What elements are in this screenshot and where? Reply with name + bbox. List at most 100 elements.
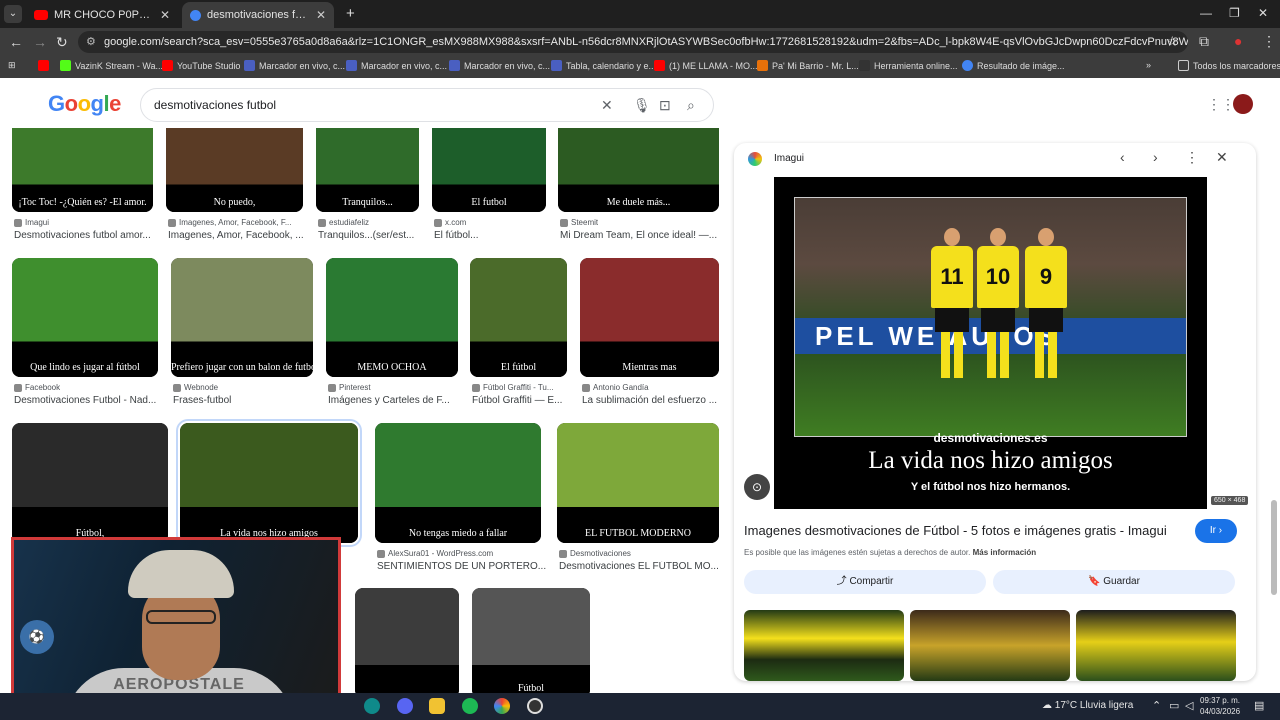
result-source[interactable]: Imagenes, Amor, Facebook, F... (168, 218, 292, 227)
menu-icon[interactable]: ⋮ (1262, 33, 1276, 50)
network-icon[interactable]: ▭ (1169, 699, 1179, 712)
discord-icon[interactable] (397, 698, 413, 714)
result-thumbnail[interactable]: La vida nos hizo amigos (176, 419, 362, 547)
result-source[interactable]: AlexSura01 - WordPress.com (377, 549, 493, 558)
lens-search-icon[interactable]: ⊙ (744, 474, 770, 500)
result-source[interactable]: estudiafeliz (318, 218, 369, 227)
result-thumbnail[interactable]: Fútbol (472, 588, 590, 693)
save-button[interactable]: 🔖 Guardar (993, 570, 1235, 594)
result-source[interactable]: Fútbol Graffiti - Tu... (472, 383, 554, 392)
system-clock[interactable]: 09:37 p. m. 04/03/2026 (1200, 695, 1240, 717)
result-title[interactable]: El fútbol... (434, 230, 552, 241)
bookmark-item[interactable]: Marcador en vivo, c... (449, 60, 550, 71)
result-thumbnail[interactable]: Prefiero jugar con un balon de futbol (171, 258, 313, 377)
url-field[interactable]: ⚙ google.com/search?sca_esv=0555e3765a0d… (78, 31, 1188, 53)
window-close-button[interactable]: ✕ (1258, 6, 1268, 20)
previous-icon[interactable]: ‹ (1120, 149, 1125, 165)
result-source[interactable]: Steemit (560, 218, 598, 227)
result-title[interactable]: Desmotivaciones futbol amor... (14, 230, 159, 241)
related-image[interactable] (744, 610, 904, 681)
result-source[interactable]: x.com (434, 218, 466, 227)
search-input[interactable]: desmotivaciones futbol ✕ 🎙 ⊡ ⌕ (140, 88, 714, 122)
result-title[interactable]: La sublimación del esfuerzo ... (582, 395, 725, 406)
bookmark-item[interactable] (38, 60, 49, 71)
result-thumbnail[interactable]: ¡Toc Toc! -¿Quién es? -El amor. (12, 128, 153, 212)
panel-source-name[interactable]: Imagui (774, 153, 804, 164)
close-panel-icon[interactable]: ✕ (1216, 149, 1228, 166)
image-result-card[interactable]: Tranquilos... estudiafeliz Tranquilos...(s… (316, 128, 419, 252)
bookmark-item[interactable]: YouTube Studio (162, 60, 240, 71)
next-icon[interactable]: › (1153, 149, 1158, 165)
clear-icon[interactable]: ✕ (601, 89, 613, 121)
bookmark-item[interactable]: VazinK Stream - Wa... (60, 60, 163, 71)
result-title[interactable]: Frases-futbol (173, 395, 319, 406)
search-icon[interactable]: ⌕ (687, 89, 695, 121)
result-thumbnail[interactable]: No tengas miedo a fallar (375, 423, 541, 543)
result-thumbnail[interactable]: Tranquilos... (316, 128, 419, 212)
more-options-icon[interactable]: ⋮ (1185, 149, 1199, 166)
edge-icon[interactable] (364, 698, 380, 714)
tab-search-button[interactable]: ⌄ (4, 5, 22, 23)
close-icon[interactable]: ✕ (160, 8, 170, 22)
minimize-button[interactable]: — (1200, 6, 1212, 20)
result-title[interactable]: Desmotivaciones Futbol - Nad... (14, 395, 164, 406)
bookmark-item[interactable]: Marcador en vivo, c... (244, 60, 345, 71)
volume-icon[interactable]: ◁ (1185, 699, 1193, 712)
lens-icon[interactable]: ⊡ (659, 89, 671, 121)
more-info-link[interactable]: Más información (973, 548, 1037, 557)
more-bookmarks-icon[interactable]: » (1146, 60, 1151, 70)
result-thumbnail[interactable] (355, 588, 459, 693)
result-title[interactable]: Fútbol Graffiti — E... (472, 395, 573, 406)
result-title[interactable]: Imagenes, Amor, Facebook, ... (168, 230, 309, 241)
bookmark-item[interactable]: Marcador en vivo, c... (346, 60, 447, 71)
bookmark-item[interactable]: Resultado de imáge... (962, 60, 1065, 71)
reload-icon[interactable]: ↻ (56, 34, 68, 51)
tab-google-search[interactable]: desmotivaciones futbol - Busca ✕ (182, 2, 334, 28)
result-source[interactable]: Facebook (14, 383, 60, 392)
result-title[interactable]: Mi Dream Team, El once ideal! —... (560, 230, 725, 241)
google-logo[interactable]: Google (48, 91, 121, 117)
image-result-card[interactable]: MEMO OCHOA Pinterest Imágenes y Carteles d… (326, 258, 458, 417)
related-image[interactable] (1076, 610, 1236, 681)
image-result-card[interactable]: El futbol x.com El fútbol... (432, 128, 546, 252)
image-result-card[interactable] (355, 588, 459, 693)
profile-icon[interactable]: ● (1234, 33, 1242, 49)
image-result-card[interactable]: No puedo, Imagenes, Amor, Facebook, F... I… (166, 128, 304, 252)
page-scrollbar[interactable] (1270, 150, 1278, 680)
new-tab-button[interactable]: + (346, 5, 355, 22)
image-result-card[interactable]: Que lindo es jugar al fútbol Facebook Desm… (12, 258, 158, 417)
image-result-card[interactable]: EL FÚTBOL MODERNO Desmotivaciones Desmotiv… (557, 423, 719, 583)
image-result-card[interactable]: Mientras mas Antonio Gandía La sublimación… (580, 258, 719, 417)
image-result-card[interactable]: Fútbol (472, 588, 590, 693)
image-result-card[interactable]: Me duele más... Steemit Mi Dream Team, El … (558, 128, 719, 252)
tray-expand-icon[interactable]: ⌃ (1152, 699, 1161, 712)
forward-icon[interactable]: → (33, 34, 47, 50)
bookmark-item[interactable]: Herramienta online... (859, 60, 958, 71)
back-icon[interactable]: ← (9, 34, 23, 50)
close-icon[interactable]: ✕ (316, 8, 326, 22)
result-title[interactable]: SENTIMIENTOS DE UN PORTERO... (377, 561, 547, 572)
weather-widget[interactable]: ☁ 17°C Lluvia ligera (1042, 700, 1133, 711)
share-button[interactable]: ⤴ Compartir (744, 570, 986, 594)
apps-grid-icon[interactable]: ⊞ (8, 60, 16, 71)
obs-icon[interactable] (527, 698, 543, 714)
tab-youtube[interactable]: MR CHOCO P0PS - YouTube ✕ (26, 2, 178, 28)
microphone-icon[interactable]: 🎙 (633, 89, 651, 121)
image-result-card[interactable]: El fútbol Fútbol Graffiti - Tu... Fútbol G… (470, 258, 567, 417)
result-title[interactable]: Imágenes y Carteles de F... (328, 395, 464, 406)
result-thumbnail[interactable]: EL FÚTBOL MODERNO (557, 423, 719, 543)
image-result-card[interactable]: Prefiero jugar con un balon de futbol Web… (171, 258, 313, 417)
restore-button[interactable]: ❐ (1229, 6, 1240, 20)
site-info-icon[interactable]: ⚙ (86, 31, 96, 53)
scrollbar-thumb[interactable] (1271, 500, 1277, 595)
all-bookmarks[interactable]: Todos los marcadores (1178, 60, 1280, 71)
bookmark-item[interactable]: Pa' Mi Barrio - Mr. L... (757, 60, 859, 71)
image-result-card[interactable]: No tengas miedo a fallar AlexSura01 - Wor… (375, 423, 546, 583)
result-title[interactable]: Desmotivaciones EL FÚTBOL MO... (559, 561, 725, 572)
result-thumbnail[interactable]: No puedo, (166, 128, 303, 212)
result-thumbnail[interactable]: Me duele más... (558, 128, 719, 212)
bookmark-item[interactable]: Tabla, calendario y e... (551, 60, 656, 71)
spotify-icon[interactable] (462, 698, 478, 714)
extensions-icon[interactable]: ⧉ (1199, 33, 1209, 50)
related-image[interactable] (910, 610, 1070, 681)
